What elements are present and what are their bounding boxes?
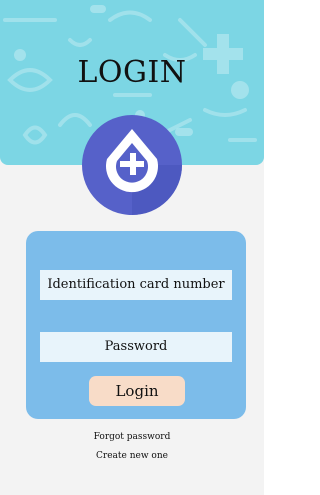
login-screen: LOGIN Login Forgot password Create new o… — [0, 0, 264, 495]
identification-card-number-field[interactable] — [40, 270, 232, 300]
page-title: LOGIN — [77, 55, 187, 90]
forgot-password-link[interactable]: Forgot password — [0, 432, 264, 442]
drop-cross-icon — [82, 115, 182, 215]
login-button[interactable]: Login — [89, 376, 185, 406]
password-field[interactable] — [40, 332, 232, 362]
login-panel: Login — [26, 231, 246, 419]
create-account-link[interactable]: Create new one — [0, 451, 264, 461]
